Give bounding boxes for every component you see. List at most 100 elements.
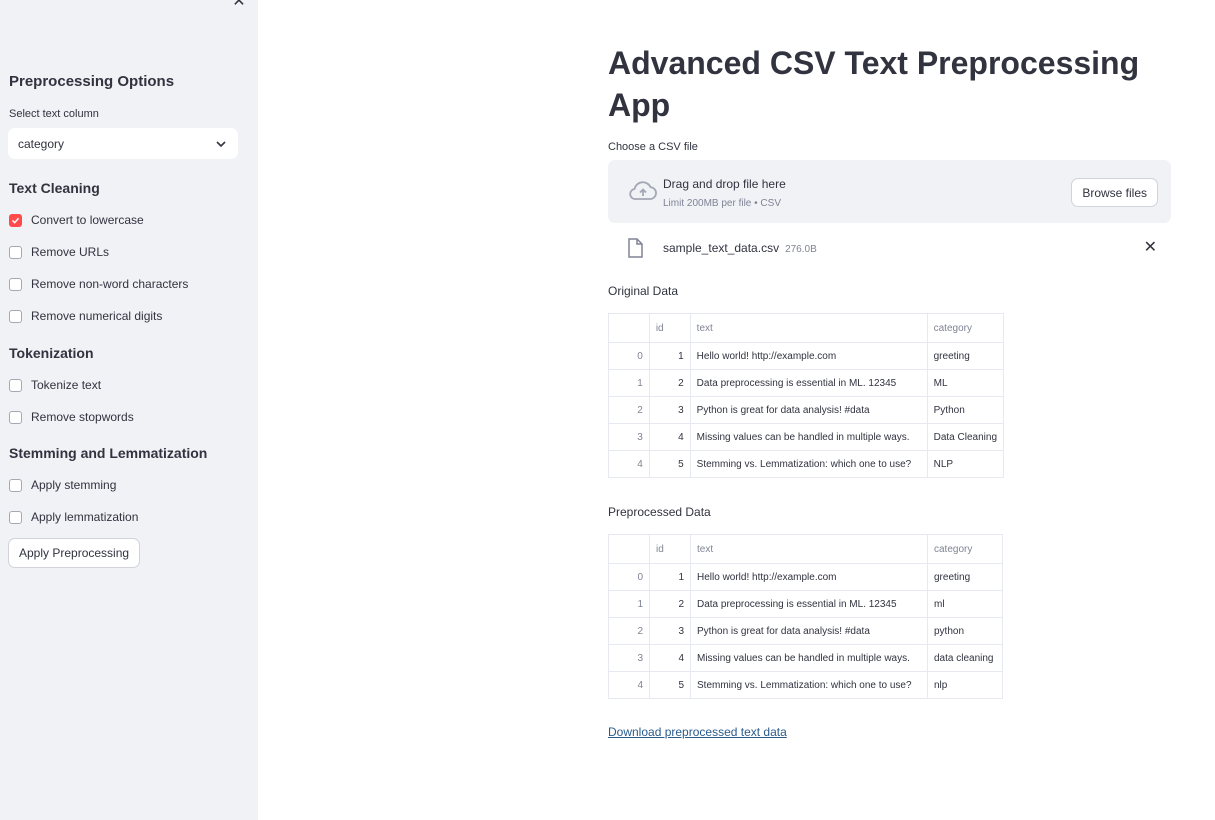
section-text-cleaning: Text Cleaning	[9, 180, 100, 196]
table-cell[interactable]: 4	[608, 671, 650, 699]
text-column-select[interactable]: category	[8, 128, 238, 159]
table-cell[interactable]: 3	[649, 617, 691, 645]
checkbox-box	[9, 245, 22, 259]
table-cell[interactable]: Data preprocessing is essential in ML. 1…	[690, 590, 928, 618]
column-header[interactable]: id	[648, 313, 691, 343]
table-cell[interactable]: 2	[649, 590, 691, 618]
table-header-row: id text category	[608, 313, 1005, 343]
table-cell[interactable]: Python	[926, 396, 1005, 424]
browse-files-button[interactable]: Browse files	[1071, 178, 1158, 207]
table-cell[interactable]: 2	[608, 396, 650, 424]
table-cell[interactable]: 1	[608, 590, 650, 618]
checkbox-lemmatization[interactable]: Apply lemmatization	[9, 510, 138, 524]
table-row: 4 5 Stemming vs. Lemmatization: which one …	[608, 671, 1003, 699]
column-header[interactable]: category	[926, 313, 1005, 343]
table-cell[interactable]: 3	[608, 644, 650, 672]
checkbox-box	[9, 378, 22, 392]
table-cell[interactable]: greeting	[926, 342, 1005, 370]
table-cell[interactable]: ml	[927, 590, 1003, 618]
table-cell[interactable]: NLP	[926, 450, 1005, 478]
checkbox-label: Remove non-word characters	[31, 277, 189, 291]
table-cell[interactable]: Stemming vs. Lemmatization: which one to…	[690, 671, 928, 699]
checkbox-remove-nonword[interactable]: Remove non-word characters	[9, 277, 188, 291]
checkbox-tokenize[interactable]: Tokenize text	[9, 378, 101, 392]
table-row: 1 2 Data preprocessing is essential in ML.…	[608, 590, 1003, 618]
close-sidebar-icon[interactable]: ✕	[231, 0, 247, 10]
column-header[interactable]: id	[649, 534, 691, 564]
table-row: 1 2 Data preprocessing is essential in ML.…	[608, 369, 1005, 397]
table-cell[interactable]: Missing values can be handled in multipl…	[689, 423, 928, 451]
checkbox-stopwords[interactable]: Remove stopwords	[9, 410, 134, 424]
table-cell[interactable]: data cleaning	[927, 644, 1003, 672]
checkbox-box	[9, 510, 22, 524]
table-cell[interactable]: 5	[648, 450, 691, 478]
table-cell[interactable]: Data preprocessing is essential in ML. 1…	[689, 369, 928, 397]
file-icon	[628, 238, 643, 258]
uploaded-file: sample_text_data.csv 276.0B ✕	[608, 236, 1171, 262]
table-cell[interactable]: 0	[608, 342, 650, 370]
original-data-label: Original Data	[608, 284, 679, 298]
select-value: category	[18, 136, 65, 151]
original-data-table[interactable]: id text category 0 1 Hello world! http://exam…	[608, 313, 1005, 478]
checkbox-label: Apply lemmatization	[31, 510, 139, 524]
select-text-column-label: Select text column	[9, 108, 99, 120]
table-cell[interactable]: 2	[608, 617, 650, 645]
table-cell[interactable]: nlp	[927, 671, 1003, 699]
download-link[interactable]: Download preprocessed text data	[608, 725, 787, 739]
table-cell[interactable]: 1	[608, 369, 650, 397]
table-cell[interactable]: ML	[926, 369, 1005, 397]
upload-limit-text: Limit 200MB per file • CSV	[663, 198, 781, 209]
table-cell[interactable]: 2	[648, 369, 691, 397]
apply-preprocessing-button[interactable]: Apply Preprocessing	[8, 538, 141, 568]
table-cell[interactable]: 4	[608, 450, 650, 478]
table-cell[interactable]: greeting	[927, 563, 1003, 591]
file-dropzone[interactable]: Drag and drop file here Limit 200MB per …	[608, 160, 1171, 223]
file-size: 276.0B	[785, 244, 817, 255]
table-cell[interactable]: 4	[649, 644, 691, 672]
column-header[interactable]	[608, 313, 650, 343]
checkbox-label: Tokenize text	[31, 378, 102, 392]
column-header[interactable]: text	[689, 313, 928, 343]
check-icon	[9, 213, 22, 227]
table-cell[interactable]: 0	[608, 563, 650, 591]
table-cell[interactable]: python	[927, 617, 1003, 645]
column-header[interactable]: text	[690, 534, 928, 564]
section-stemming: Stemming and Lemmatization	[9, 445, 208, 461]
table-cell[interactable]: 3	[648, 396, 691, 424]
checkbox-remove-urls[interactable]: Remove URLs	[9, 245, 109, 259]
remove-file-icon[interactable]: ✕	[1144, 240, 1157, 256]
table-header-row: id text category	[608, 534, 1003, 564]
checkbox-box	[9, 478, 22, 492]
table-cell[interactable]: Data Cleaning	[926, 423, 1005, 451]
drag-drop-text: Drag and drop file here	[663, 177, 786, 191]
file-name-text: sample_text_data.csv	[663, 241, 780, 255]
checkbox-remove-digits[interactable]: Remove numerical digits	[9, 309, 162, 323]
table-cell[interactable]: 1	[649, 563, 691, 591]
table-row: 2 3 Python is great for data analysis! #da…	[608, 396, 1005, 424]
preprocessed-data-label: Preprocessed Data	[608, 505, 711, 519]
checkbox-stemming[interactable]: Apply stemming	[9, 478, 116, 492]
table-cell[interactable]: Python is great for data analysis! #data	[689, 396, 928, 424]
preprocessed-data-table[interactable]: id text category 0 1 Hello world! http://exam…	[608, 534, 1003, 699]
table-cell[interactable]: 1	[648, 342, 691, 370]
checkbox-label: Convert to lowercase	[31, 213, 144, 227]
table-cell[interactable]: 5	[649, 671, 691, 699]
table-cell[interactable]: Hello world! http://example.com	[689, 342, 928, 370]
file-name: sample_text_data.csv 276.0B	[663, 241, 817, 255]
table-cell[interactable]: Missing values can be handled in multipl…	[690, 644, 928, 672]
checkbox-label: Apply stemming	[31, 478, 117, 492]
page-title: Advanced CSV Text Preprocessing App	[608, 45, 1140, 123]
checkbox-label: Remove URLs	[31, 245, 110, 259]
chevron-down-icon	[216, 140, 226, 147]
table-cell[interactable]: 4	[648, 423, 691, 451]
checkbox-lowercase[interactable]: Convert to lowercase	[9, 213, 144, 227]
table-cell[interactable]: Hello world! http://example.com	[690, 563, 928, 591]
column-header[interactable]: category	[927, 534, 1003, 564]
table-row: 3 4 Missing values can be handled in multi…	[608, 423, 1005, 451]
table-cell[interactable]: Python is great for data analysis! #data	[690, 617, 928, 645]
table-cell[interactable]: Stemming vs. Lemmatization: which one to…	[689, 450, 928, 478]
table-row: 2 3 Python is great for data analysis! #da…	[608, 617, 1003, 645]
table-cell[interactable]: 3	[608, 423, 650, 451]
section-tokenization: Tokenization	[9, 345, 94, 361]
column-header[interactable]	[608, 534, 650, 564]
